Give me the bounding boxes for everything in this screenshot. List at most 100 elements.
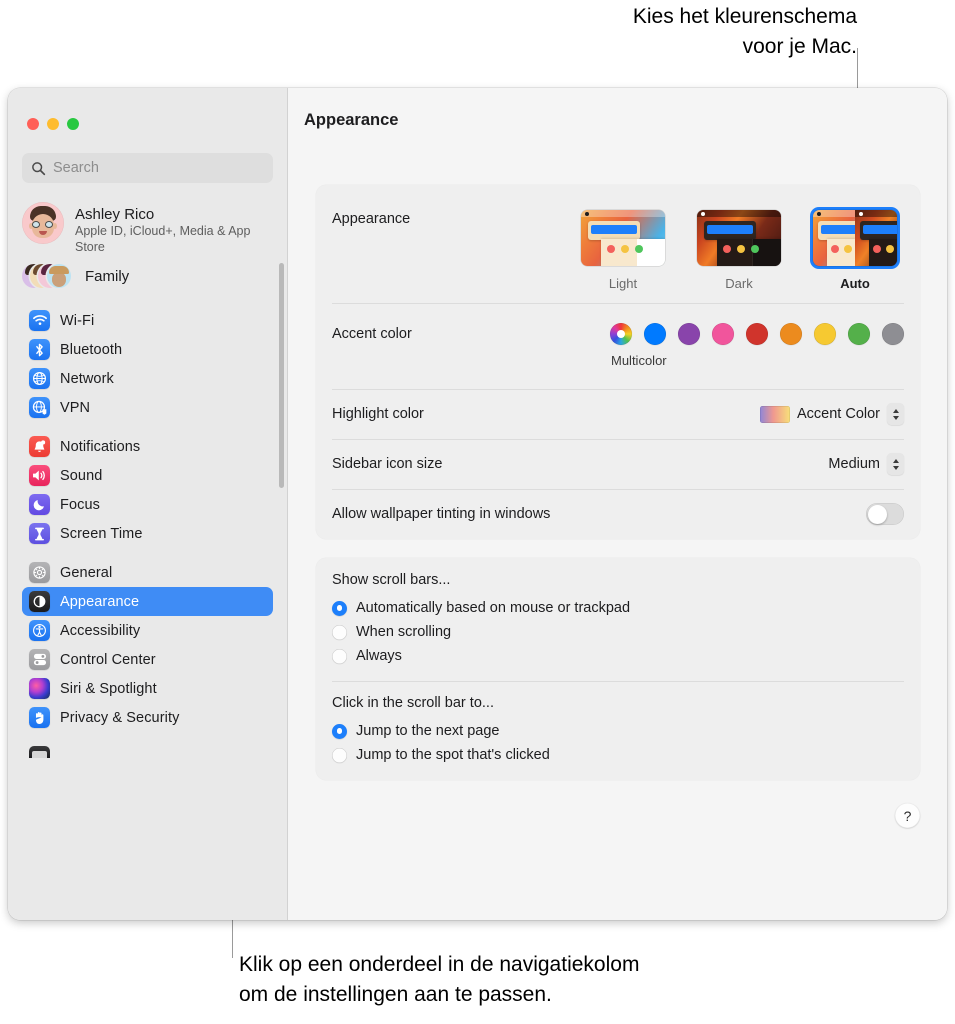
- radio-button: [332, 624, 347, 640]
- sidebar-item-bluetooth[interactable]: Bluetooth: [22, 335, 273, 364]
- sidebar-group-network: Wi-Fi Bluetooth Network VPN: [8, 306, 287, 422]
- appearance-option-label: Auto: [840, 276, 870, 291]
- vpn-globe-icon: [29, 397, 50, 418]
- accent-swatch-multicolor[interactable]: [610, 323, 632, 345]
- radio-button: [332, 747, 347, 763]
- radio-show-scroll-when-scrolling[interactable]: When scrolling: [332, 620, 904, 644]
- sidebar-item-control-center[interactable]: Control Center: [22, 645, 273, 674]
- sidebar-item-label: Screen Time: [60, 525, 143, 542]
- accent-swatch-green[interactable]: [848, 323, 870, 345]
- sidebar-item-vpn[interactable]: VPN: [22, 393, 273, 422]
- sidebar-item-label: Sound: [60, 467, 103, 484]
- apple-account-row[interactable]: Ashley Rico Apple ID, iCloud+, Media & A…: [8, 196, 287, 259]
- radio-show-scroll-auto[interactable]: Automatically based on mouse or trackpad: [332, 596, 904, 620]
- sidebar-item-label: Accessibility: [60, 622, 141, 639]
- family-row[interactable]: Family: [8, 259, 287, 294]
- appearance-row: Appearance Light Dark Auto: [316, 185, 920, 303]
- account-name: Ashley Rico: [75, 206, 155, 223]
- appearance-icon: [29, 591, 50, 612]
- radio-button: [332, 600, 347, 616]
- sidebar-item-privacy-security[interactable]: Privacy & Security: [22, 703, 273, 732]
- wallpaper-tinting-toggle[interactable]: [866, 503, 904, 525]
- sidebar-item-label: VPN: [60, 399, 91, 416]
- sidebar-item-sound[interactable]: Sound: [22, 461, 273, 490]
- minimize-button[interactable]: [47, 118, 59, 130]
- radio-button: [332, 723, 347, 739]
- search-input[interactable]: [53, 160, 264, 176]
- radio-jump-next-page[interactable]: Jump to the next page: [332, 719, 904, 743]
- radio-label: Jump to the next page: [356, 723, 500, 739]
- control-center-icon: [29, 649, 50, 670]
- accent-swatch-yellow[interactable]: [814, 323, 836, 345]
- sidebar-group-system: Notifications Sound Focus Screen Time: [8, 432, 287, 548]
- show-scroll-bars-title: Show scroll bars...: [332, 572, 451, 588]
- radio-label: Automatically based on mouse or trackpad: [356, 600, 631, 616]
- sidebar-icon-size-value: Medium: [828, 456, 880, 472]
- sidebar-item-wifi[interactable]: Wi-Fi: [22, 306, 273, 335]
- sidebar-item-label: Notifications: [60, 438, 141, 455]
- sidebar-item-network[interactable]: Network: [22, 364, 273, 393]
- radio-label: Jump to the spot that's clicked: [356, 747, 550, 763]
- sidebar-icon-size-label: Sidebar icon size: [332, 456, 443, 472]
- zoom-button[interactable]: [67, 118, 79, 130]
- accent-swatch-orange[interactable]: [780, 323, 802, 345]
- radio-button: [332, 648, 347, 664]
- radio-jump-to-spot[interactable]: Jump to the spot that's clicked: [332, 743, 904, 767]
- page-title: Appearance: [304, 111, 399, 129]
- family-avatars: [22, 262, 76, 290]
- bluetooth-icon: [29, 339, 50, 360]
- detail-pane: Appearance Appearance Light Dark Auto Ac…: [288, 88, 947, 920]
- accent-swatch-pink[interactable]: [712, 323, 734, 345]
- sidebar-item-focus[interactable]: Focus: [22, 490, 273, 519]
- sidebar-item-partial-icon[interactable]: [29, 746, 50, 758]
- window-controls: [27, 118, 79, 130]
- radio-show-scroll-always[interactable]: Always: [332, 644, 904, 668]
- sidebar-item-accessibility[interactable]: Accessibility: [22, 616, 273, 645]
- sidebar-icon-size-popup[interactable]: Medium: [828, 453, 904, 475]
- sidebar-item-label: Privacy & Security: [60, 709, 180, 726]
- appearance-options: Light Dark Auto: [578, 207, 900, 291]
- globe-icon: [29, 368, 50, 389]
- appearance-selection-ring: [810, 207, 900, 269]
- help-button[interactable]: ?: [895, 803, 920, 828]
- siri-icon: [29, 678, 50, 699]
- hand-icon: [29, 707, 50, 728]
- sidebar-item-label: Focus: [60, 496, 100, 513]
- accessibility-icon: [29, 620, 50, 641]
- account-subtitle: Apple ID, iCloud+, Media & App Store: [75, 224, 251, 254]
- family-label: Family: [85, 267, 130, 285]
- close-button[interactable]: [27, 118, 39, 130]
- search-icon: [32, 161, 46, 175]
- search-field[interactable]: [22, 153, 273, 183]
- sidebar-item-appearance[interactable]: Appearance: [22, 587, 273, 616]
- sidebar-scrollbar[interactable]: [279, 263, 284, 488]
- sidebar-group-appearance: General Appearance Accessibility Control…: [8, 558, 287, 732]
- appearance-option-light[interactable]: Light: [578, 207, 668, 291]
- wallpaper-tinting-row: Allow wallpaper tinting in windows: [316, 489, 920, 539]
- chevron-updown-icon: [887, 403, 904, 425]
- appearance-option-label: Light: [608, 276, 638, 291]
- appearance-option-label: Dark: [725, 276, 753, 291]
- chevron-updown-icon: [887, 453, 904, 475]
- sidebar-item-label: Bluetooth: [60, 341, 123, 358]
- accent-swatch-purple[interactable]: [678, 323, 700, 345]
- sidebar-item-label: Network: [60, 370, 114, 387]
- click-scroll-bar-section: Click in the scroll bar to... Jump to th…: [316, 681, 920, 780]
- appearance-option-auto[interactable]: Auto: [810, 207, 900, 291]
- sidebar-item-screen-time[interactable]: Screen Time: [22, 519, 273, 548]
- sidebar-item-label: Control Center: [60, 651, 156, 668]
- bell-icon: [29, 436, 50, 457]
- sidebar-item-siri-spotlight[interactable]: Siri & Spotlight: [22, 674, 273, 703]
- accent-color-swatches: [610, 323, 904, 345]
- sidebar-item-general[interactable]: General: [22, 558, 273, 587]
- click-scroll-bar-title: Click in the scroll bar to...: [332, 695, 494, 711]
- sidebar: Ashley Rico Apple ID, iCloud+, Media & A…: [8, 88, 288, 920]
- accent-swatch-red[interactable]: [746, 323, 768, 345]
- highlight-color-popup[interactable]: Accent Color: [759, 403, 904, 425]
- appearance-option-dark[interactable]: Dark: [694, 207, 784, 291]
- accent-swatch-blue[interactable]: [644, 323, 666, 345]
- accent-gradient-chip: [759, 405, 790, 423]
- sidebar-item-label: Appearance: [60, 593, 140, 610]
- accent-swatch-graphite[interactable]: [882, 323, 904, 345]
- sidebar-item-notifications[interactable]: Notifications: [22, 432, 273, 461]
